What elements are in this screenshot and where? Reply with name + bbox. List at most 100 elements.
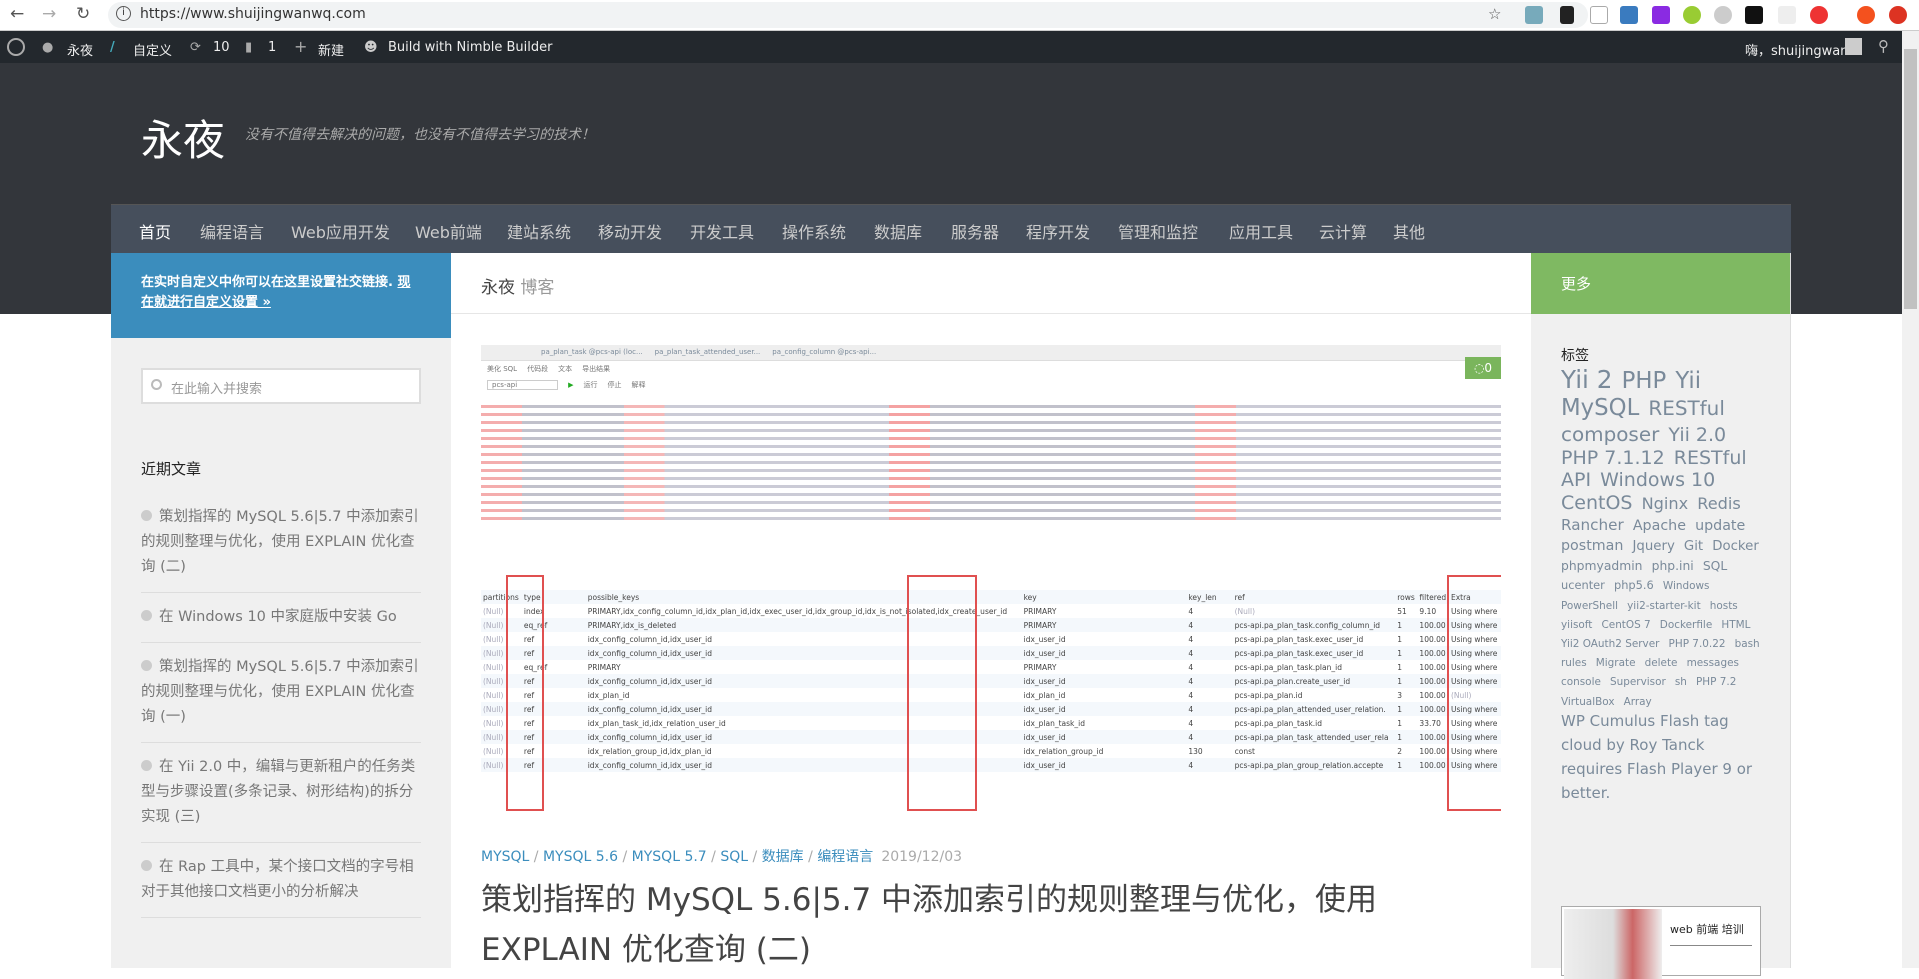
update-icon[interactable] [1889,6,1907,24]
address-bar[interactable]: i https://www.shuijingwanwq.com [108,2,1588,28]
extension-icon[interactable] [1778,6,1796,24]
tag-link[interactable]: Yii 2 [1561,365,1612,394]
nav-item[interactable]: 建站系统 [507,219,571,243]
tag-link[interactable]: yii2-starter-kit [1627,600,1701,612]
tag-link[interactable]: composer [1561,422,1659,446]
forward-icon[interactable]: → [42,4,56,24]
tag-link[interactable]: Yii [1675,368,1701,394]
tag-link[interactable]: Rancher [1561,516,1624,534]
recent-post-item[interactable]: 在 Windows 10 中家庭版中安装 Go [141,593,421,643]
tag-link[interactable]: Dockerfile [1660,619,1712,631]
tag-link[interactable]: SQL [1703,559,1727,573]
scrollbar-thumb[interactable] [1904,49,1917,309]
recent-post-item[interactable]: 在 Rap 工具中，某个接口文档的字号相对于其他接口文档更小的分析解决 [141,843,421,918]
comment-count-badge[interactable]: ◌0 [1465,357,1501,379]
extension-icon[interactable] [1810,6,1828,24]
nav-item[interactable]: 数据库 [874,219,922,243]
info-icon[interactable]: i [116,6,131,21]
admin-site-link[interactable]: 永夜 [67,40,93,59]
tag-link[interactable]: RESTful [1648,396,1724,420]
site-title[interactable]: 永夜 [141,107,225,168]
category-link[interactable]: 数据库 [762,849,804,865]
tag-link[interactable]: PHP 7.2 [1696,676,1736,688]
extension-icon[interactable] [1714,6,1732,24]
tag-link[interactable]: yiisoft [1561,619,1592,631]
reload-icon[interactable]: ↻ [76,4,90,24]
tag-link[interactable]: update [1695,518,1745,534]
tag-link[interactable]: phpmyadmin [1561,559,1643,573]
tag-link[interactable]: MySQL [1561,395,1639,421]
tag-link[interactable]: PHP [1622,368,1667,394]
tag-link[interactable]: sh [1675,676,1687,688]
tag-link[interactable]: console [1561,676,1601,688]
tag-link[interactable]: php5.6 [1614,578,1654,593]
extension-icon[interactable] [1590,6,1608,24]
tag-link[interactable]: Git [1684,539,1703,554]
nav-item[interactable]: Web应用开发 [291,219,390,243]
tag-link[interactable]: delete [1645,657,1678,669]
nav-item[interactable]: 云计算 [1319,219,1367,243]
extension-icon[interactable] [1683,6,1701,24]
category-link[interactable]: MYSQL 5.7 [632,849,707,865]
recent-post-item[interactable]: 在 Yii 2.0 中，编辑与更新租户的任务类型与步骤设置(多条记录、树形结构)… [141,743,421,843]
admin-nimble-link[interactable]: Build with Nimble Builder [388,40,552,55]
tag-link[interactable]: Yii2 OAuth2 Server [1561,638,1659,650]
extension-icon[interactable] [1525,6,1543,24]
admin-updates-link[interactable]: 10 [213,40,230,55]
article-thumbnail[interactable]: pa_plan_task @pcs-api (loc... pa_plan_tas… [481,345,1501,818]
tag-link[interactable]: hosts [1710,600,1738,612]
tag-link[interactable]: Windows [1663,580,1710,592]
tag-link[interactable]: messages [1687,657,1739,669]
recent-post-item[interactable]: 策划指挥的 MySQL 5.6|5.7 中添加索引的规则整理与优化，使用 EXP… [141,643,421,743]
profile-avatar[interactable] [1857,6,1875,24]
nav-item[interactable]: 首页 [139,219,171,243]
category-link[interactable]: MYSQL [481,849,529,865]
tag-link[interactable]: Redis [1697,494,1741,513]
admin-comments-link[interactable]: 1 [268,40,276,55]
tag-link[interactable]: PHP 7.1.12 [1561,447,1665,469]
tag-link[interactable]: CentOS 7 [1601,619,1650,631]
ad-box[interactable]: web 前端 培训 [1561,906,1761,979]
nav-item[interactable]: 管理和监控 [1118,219,1198,243]
post-title[interactable]: 策划指挥的 MySQL 5.6|5.7 中添加索引的规则整理与优化，使用 EXP… [481,875,1441,975]
search-input[interactable]: 在此输入并搜索 [141,368,421,404]
extension-icon[interactable] [1745,6,1763,24]
nav-item[interactable]: 操作系统 [782,219,846,243]
tag-link[interactable]: Windows 10 [1600,469,1715,491]
recent-post-link[interactable]: 在 Rap 工具中，某个接口文档的字号相对于其他接口文档更小的分析解决 [141,859,414,900]
nav-item[interactable]: 移动开发 [598,219,662,243]
star-icon[interactable]: ☆ [1488,5,1501,23]
avatar[interactable] [1845,38,1862,55]
admin-new-link[interactable]: 新建 [318,40,344,59]
tag-link[interactable]: VirtualBox [1561,696,1615,708]
tag-link[interactable]: Apache [1633,518,1686,534]
tag-link[interactable]: rules [1561,657,1587,669]
nav-item[interactable]: 开发工具 [690,219,754,243]
recent-post-link[interactable]: 在 Yii 2.0 中，编辑与更新租户的任务类型与步骤设置(多条记录、树形结构)… [141,759,415,825]
extension-icon[interactable] [1560,6,1574,24]
category-link[interactable]: 编程语言 [817,849,873,865]
nav-item[interactable]: 编程语言 [200,219,264,243]
tag-link[interactable]: Jquery [1633,539,1675,554]
tag-link[interactable]: HTML [1721,619,1750,631]
tag-link[interactable]: CentOS [1561,492,1632,514]
tag-link[interactable]: php.ini [1652,559,1694,573]
scrollbar[interactable] [1902,31,1919,968]
recent-post-link[interactable]: 策划指挥的 MySQL 5.6|5.7 中添加索引的规则整理与优化，使用 EXP… [141,509,419,575]
tag-link[interactable]: postman [1561,538,1623,554]
tag-link[interactable]: Migrate [1596,657,1636,669]
tag-link[interactable]: PHP 7.0.22 [1669,638,1726,650]
recent-post-item[interactable]: 策划指挥的 MySQL 5.6|5.7 中添加索引的规则整理与优化，使用 EXP… [141,493,421,593]
category-link[interactable]: MYSQL 5.6 [543,849,618,865]
tag-link[interactable]: Nginx [1642,494,1689,513]
tag-link[interactable]: bash [1735,638,1760,650]
tag-link[interactable]: Array [1624,696,1652,708]
recent-post-link[interactable]: 在 Windows 10 中家庭版中安装 Go [159,609,397,625]
search-icon[interactable]: ⚲ [1878,37,1889,55]
nav-item[interactable]: 应用工具 [1229,219,1293,243]
back-icon[interactable]: ← [10,4,24,24]
nav-item[interactable]: 服务器 [951,219,999,243]
nav-item[interactable]: Web前端 [415,219,482,243]
extension-icon[interactable] [1620,6,1638,24]
nav-item[interactable]: 其他 [1393,219,1425,243]
